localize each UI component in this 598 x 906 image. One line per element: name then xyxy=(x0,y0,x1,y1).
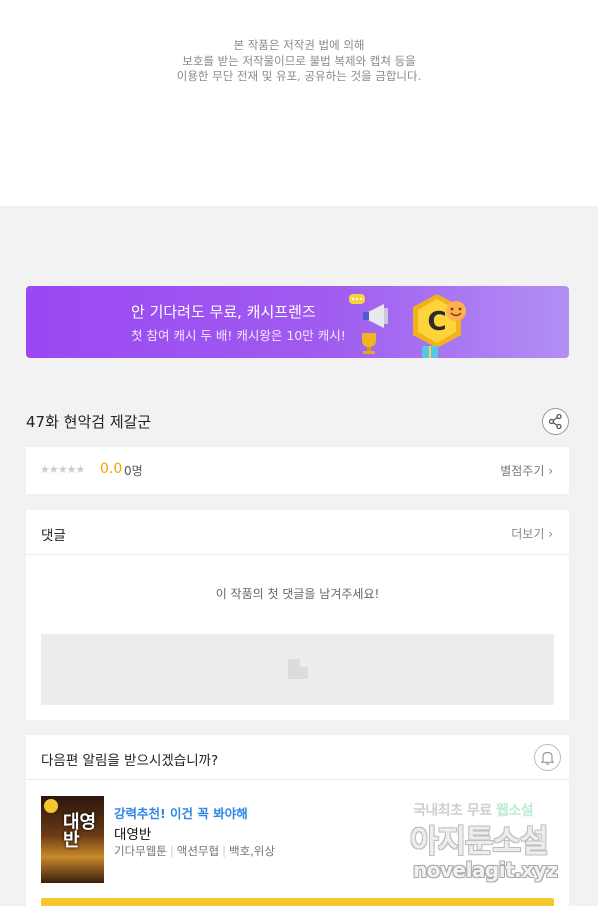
comment-input-area[interactable] xyxy=(41,634,554,705)
share-icon xyxy=(548,413,562,430)
genre-waiting-free: 기다무웹툰 xyxy=(114,844,167,858)
copyright-line-1: 본 작품은 저작권 법에 의해 xyxy=(233,38,365,52)
recommend-label: 강력추천! 이건 꼭 봐야해 xyxy=(114,806,248,821)
thumbnail-title: 대영반 xyxy=(63,812,97,851)
rate-button[interactable]: 별점주기 › xyxy=(500,462,553,479)
notify-bell-button[interactable] xyxy=(534,744,561,771)
work-author: 백호,위상 xyxy=(228,844,275,858)
trophy-icon xyxy=(362,333,376,354)
banner-subtitle: 첫 참여 캐시 두 배! 캐시왕은 10만 캐시! xyxy=(131,328,346,343)
notify-action-button[interactable] xyxy=(41,898,554,906)
comments-more-link[interactable]: 더보기 › xyxy=(511,525,553,542)
copyright-line-2: 보호를 받는 저작물이므로 불법 복제와 캡쳐 등을 xyxy=(182,53,416,68)
comments-card: 댓글 더보기 › 이 작품의 첫 댓글을 남겨주세요! xyxy=(26,510,569,720)
cash-friends-banner[interactable]: 안 기다려도 무료, 캐시프렌즈 첫 참여 캐시 두 배! 캐시왕은 10만 캐… xyxy=(26,286,569,358)
clock-icon xyxy=(44,799,58,813)
copyright-notice: 본 작품은 저작권 법에 의해 보호를 받는 저작물이므로 불법 복제와 캡쳐 … xyxy=(0,0,598,206)
genre-action: 액션무협 xyxy=(176,844,220,858)
share-button[interactable] xyxy=(542,408,569,435)
bell-icon xyxy=(540,751,555,765)
gift-icon xyxy=(422,346,438,358)
recommended-work-title[interactable]: 대영반 xyxy=(114,823,151,843)
recommended-work-thumbnail[interactable]: 대영반 xyxy=(41,796,104,883)
rating-count: 0명 xyxy=(124,464,143,478)
notify-header: 다음편 알림을 받으시겠습니까? xyxy=(26,735,569,780)
meta-divider: | xyxy=(222,844,226,858)
watermark-logo: 아지툰소설 xyxy=(410,824,549,860)
rating-card: ★★★★★ 0.0 0명 별점주기 › xyxy=(26,447,569,494)
episode-title: 47화 현악검 제갈군 xyxy=(26,413,152,431)
work-meta: 기다무웹툰 | 액션무협 | 백호,위상 xyxy=(114,843,275,859)
copyright-text: 본 작품은 저작권 법에 의해 보호를 받는 저작물이므로 불법 복제와 캡쳐 … xyxy=(0,38,598,85)
site-watermark: 국내최초 무료 웹소설 아지툰소설 novelagit.xyz xyxy=(410,798,580,888)
meta-divider: | xyxy=(169,844,174,858)
comments-label: 댓글 xyxy=(41,528,66,544)
comments-header: 댓글 더보기 › xyxy=(26,510,569,555)
banner-title: 안 기다려도 무료, 캐시프렌즈 xyxy=(131,303,316,321)
comment-placeholder-icon xyxy=(288,659,308,679)
star-rating-icon: ★★★★★ xyxy=(40,463,85,476)
empty-comments-message: 이 작품의 첫 댓글을 남겨주세요! xyxy=(215,587,380,601)
megaphone-icon xyxy=(363,304,388,328)
smile-emoji-icon xyxy=(446,301,466,321)
copyright-line-3: 이용한 무단 전재 및 유포, 공유하는 것을 금합니다. xyxy=(176,69,422,83)
rating-score: 0.0 xyxy=(100,461,123,477)
notify-question: 다음편 알림을 받으시겠습니까? xyxy=(41,753,219,769)
watermark-url: novelagit.xyz xyxy=(413,858,558,882)
